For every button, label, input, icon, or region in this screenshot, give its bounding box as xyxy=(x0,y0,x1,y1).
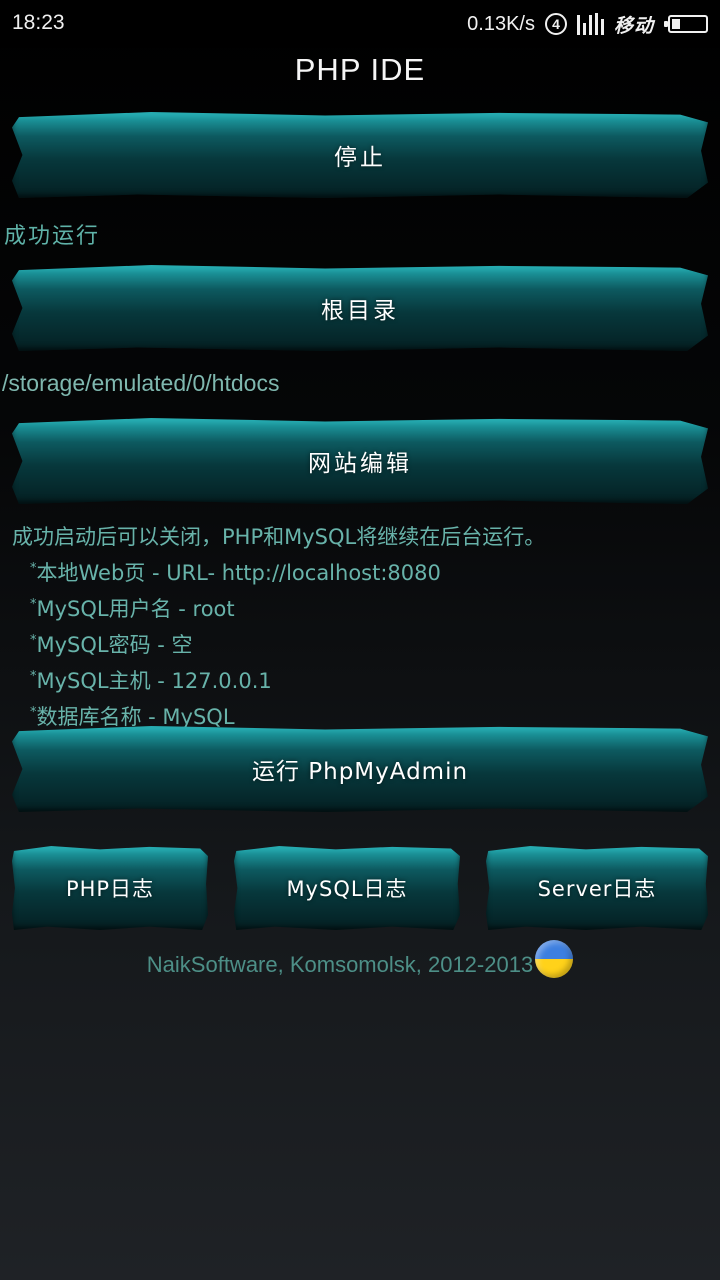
root-path-text: /storage/emulated/0/htdocs xyxy=(2,370,280,396)
run-phpmyadmin-button-label: 运行 PhpMyAdmin xyxy=(251,759,469,785)
ukraine-flag-icon xyxy=(535,940,574,978)
mysql-log-button-label: MySQL日志 xyxy=(286,877,408,901)
info-notes: 成功启动后可以关闭，PHP和MySQL将继续在后台运行。 *本地Web页 - U… xyxy=(12,522,545,733)
root-directory-button-label: 根目录 xyxy=(321,298,399,324)
note-item: *MySQL密码 - 空 xyxy=(30,633,193,657)
root-directory-button[interactable]: 根目录 xyxy=(12,265,708,351)
status-indicators: 0.13K/s 4 移动 xyxy=(467,9,708,39)
server-log-button[interactable]: Server日志 xyxy=(486,846,708,930)
footer: NaikSoftware, Komsomolsk, 2012-2013 xyxy=(0,940,720,978)
server-log-button-label: Server日志 xyxy=(537,877,657,901)
app-title: PHP IDE xyxy=(294,52,426,87)
signal-icon xyxy=(576,13,604,35)
run-status-text: 成功运行 xyxy=(4,224,101,249)
battery-icon xyxy=(664,15,708,33)
site-edit-button-label: 网站编辑 xyxy=(308,451,412,477)
status-time: 18:23 xyxy=(12,11,65,34)
note-item: *MySQL用户名 - root xyxy=(30,597,235,621)
notes-intro: 成功启动后可以关闭，PHP和MySQL将继续在后台运行。 xyxy=(12,525,546,549)
stop-button-label: 停止 xyxy=(334,145,386,171)
status-bar: 18:23 0.13K/s 4 移动 xyxy=(0,0,720,48)
footer-credit: NaikSoftware, Komsomolsk, 2012-2013 xyxy=(146,952,534,977)
php-log-button-label: PHP日志 xyxy=(65,877,155,901)
note-item: *本地Web页 - URL- http://localhost:8080 xyxy=(30,561,441,585)
run-phpmyadmin-button[interactable]: 运行 PhpMyAdmin xyxy=(12,726,708,812)
carrier-name: 移动 xyxy=(613,15,654,37)
php-log-button[interactable]: PHP日志 xyxy=(12,846,208,930)
stop-button[interactable]: 停止 xyxy=(12,112,708,198)
network-speed: 0.13K/s xyxy=(467,12,535,35)
mysql-log-button[interactable]: MySQL日志 xyxy=(234,846,460,930)
sim-slot-icon: 4 xyxy=(544,13,567,35)
note-item: *MySQL主机 - 127.0.0.1 xyxy=(30,669,272,693)
site-edit-button[interactable]: 网站编辑 xyxy=(12,418,708,504)
